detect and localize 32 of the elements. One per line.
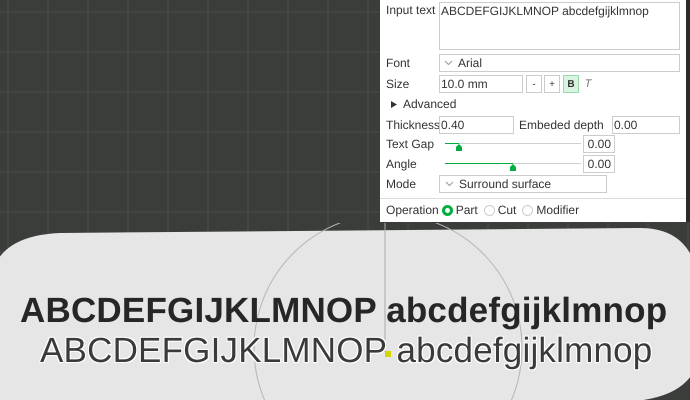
operation-radio[interactable]: Cut xyxy=(484,201,516,219)
field-label: Font xyxy=(386,55,412,72)
operation-radio[interactable]: Part xyxy=(442,201,478,219)
embossed-text: ABCDEFGIJKLMNOP abcdefgijklmnop xyxy=(20,292,668,330)
font-dropdown[interactable]: Arial xyxy=(439,54,680,72)
decrease-button[interactable]: - xyxy=(526,75,542,93)
chevron-down-icon xyxy=(444,60,453,66)
input-text-field[interactable]: ABCDEFGIJKLMNOP abcdefgijklmnop xyxy=(439,2,680,50)
bold-toggle[interactable]: B xyxy=(563,75,579,93)
slider-thumb[interactable] xyxy=(510,164,516,171)
mode-dropdown[interactable]: Surround surface xyxy=(439,175,607,193)
increase-button[interactable]: + xyxy=(544,75,560,93)
operation-radio[interactable]: Modifier xyxy=(522,201,580,219)
italic-toggle[interactable]: T xyxy=(581,75,595,93)
field-label: Mode xyxy=(386,176,418,193)
slider-label: Text Gap xyxy=(386,136,436,153)
field-label: Thickness xyxy=(386,117,439,134)
slider-label: Angle xyxy=(386,156,418,173)
field-label: Operation xyxy=(386,202,439,219)
chevron-down-icon xyxy=(445,181,454,187)
slider-value-field[interactable]: 0.00 xyxy=(583,155,615,173)
embeded-depth-field[interactable]: 0.00 xyxy=(612,116,680,134)
size-field[interactable]: 10.0 mm xyxy=(439,75,523,93)
expand-triangle-icon xyxy=(391,100,397,108)
field-label: Size xyxy=(386,76,410,93)
thickness-field[interactable]: 0.40 xyxy=(439,116,514,134)
slider-value-field[interactable]: 0.00 xyxy=(583,135,615,153)
field-label: Embeded depth xyxy=(519,117,605,134)
field-label: Input text xyxy=(386,2,436,19)
embossed-text: ABCDEFGIJKLMNOP abcdefgijklmnop xyxy=(40,332,652,370)
slider-thumb[interactable] xyxy=(456,144,462,151)
advanced-toggle[interactable]: Advanced xyxy=(391,95,456,113)
